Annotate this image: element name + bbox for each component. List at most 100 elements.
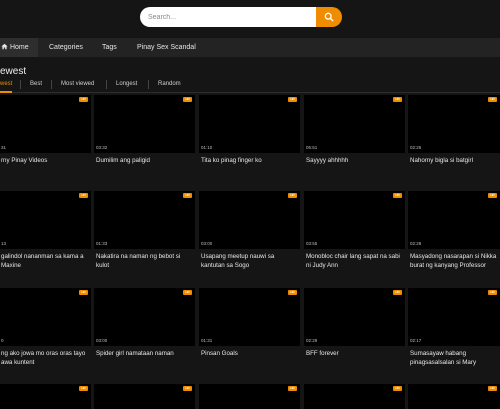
filter-divider — [20, 80, 21, 89]
video-duration: 13 — [1, 241, 7, 246]
video-title[interactable]: Monobloc chair lang sapat na sabi ni Jud… — [306, 252, 404, 270]
hd-badge: HD — [79, 193, 88, 198]
video-title[interactable]: Masyadong nasarapan si Nikka burat ng ka… — [410, 252, 500, 270]
nav-tags[interactable]: Tags — [102, 38, 117, 57]
video-title[interactable]: rny Pinay Videos — [1, 156, 99, 165]
filter-best[interactable]: Best — [30, 81, 42, 87]
video-card[interactable]: HD 05:51 Sayyyy ahhhhh — [304, 95, 405, 179]
active-filter-indicator — [0, 91, 12, 93]
video-duration: 02:28 — [410, 241, 422, 246]
hd-badge: HD — [488, 193, 497, 198]
video-card[interactable]: HD 02:29 BFF forever — [304, 288, 405, 372]
video-card[interactable]: HD 01:33 Nakatira na naman ng bebot si k… — [94, 191, 195, 275]
video-card[interactable]: HD 03:00 Usapang meetup nauwi sa kantuta… — [199, 191, 300, 275]
video-thumbnail[interactable] — [94, 95, 195, 153]
video-thumbnail[interactable] — [304, 384, 405, 409]
video-title[interactable]: Nahorny bigla si batgirl — [410, 156, 500, 165]
video-duration: 03:00 — [96, 338, 108, 343]
video-thumbnail[interactable] — [0, 384, 91, 409]
video-card[interactable]: HD 01:31 Pinsan Goals — [199, 288, 300, 372]
video-thumbnail[interactable] — [304, 191, 405, 249]
video-card[interactable]: HD 03:32 Dumilim ang paligid — [94, 95, 195, 179]
filter-divider — [51, 80, 52, 89]
filter-random[interactable]: Random — [158, 81, 181, 87]
video-title[interactable]: Spider girl namataan naman — [96, 349, 194, 358]
video-card[interactable]: HD — [199, 384, 300, 409]
hd-badge: HD — [393, 193, 402, 198]
hd-badge: HD — [288, 193, 297, 198]
video-thumbnail[interactable] — [304, 288, 405, 346]
video-card[interactable]: HD — [304, 384, 405, 409]
hd-badge: HD — [488, 386, 497, 391]
video-thumbnail[interactable] — [408, 95, 500, 153]
video-title[interactable]: galindol nananman sa kama a Maxine — [1, 252, 91, 270]
video-title[interactable]: Sayyyy ahhhhh — [306, 156, 404, 165]
video-card[interactable]: HD 03:55 Monobloc chair lang sapat na sa… — [304, 191, 405, 275]
hd-badge: HD — [288, 290, 297, 295]
video-card[interactable]: HD 02:25 Nahorny bigla si batgirl — [408, 95, 500, 179]
filter-most-viewed[interactable]: Most viewed — [61, 81, 94, 87]
video-title[interactable]: Usapang meetup nauwi sa kantutan sa Sogo — [201, 252, 299, 270]
filter-newest[interactable]: west — [0, 81, 12, 87]
video-title[interactable]: Tita ko pinag finger ko — [201, 156, 299, 165]
video-card[interactable]: HD — [0, 384, 91, 409]
video-card[interactable]: HD 0 ng ako jowa mo oras oras tayo awa k… — [0, 288, 91, 372]
video-thumbnail[interactable] — [199, 288, 300, 346]
video-duration: 02:17 — [410, 338, 422, 343]
video-card[interactable]: HD 02:28 Masyadong nasarapan si Nikka bu… — [408, 191, 500, 275]
hd-badge: HD — [488, 97, 497, 102]
hd-badge: HD — [488, 290, 497, 295]
video-duration: 03:55 — [306, 241, 318, 246]
video-duration: 01:10 — [201, 145, 213, 150]
page-title: ewest — [0, 66, 27, 77]
video-thumbnail[interactable] — [408, 288, 500, 346]
video-thumbnail[interactable] — [0, 288, 91, 346]
hd-badge: HD — [183, 193, 192, 198]
video-thumbnail[interactable] — [94, 288, 195, 346]
video-duration: 01:33 — [96, 241, 108, 246]
filter-longest[interactable]: Longest — [116, 81, 137, 87]
video-title[interactable]: Nakatira na naman ng bebot si kulot — [96, 252, 194, 270]
video-duration: 0 — [1, 338, 4, 343]
video-card[interactable]: HD 02:17 Sumasayaw habang pinagsasalsala… — [408, 288, 500, 372]
video-card[interactable]: HD 13 galindol nananman sa kama a Maxine — [0, 191, 91, 275]
video-card[interactable]: HD 03:00 Spider girl namataan naman — [94, 288, 195, 372]
hd-badge: HD — [393, 97, 402, 102]
search-bar — [140, 7, 342, 27]
hd-badge: HD — [183, 290, 192, 295]
nav-pinay-sex-scandal[interactable]: Pinay Sex Scandal — [137, 38, 196, 57]
filter-bar-line — [0, 92, 500, 93]
video-thumbnail[interactable] — [304, 95, 405, 153]
hd-badge: HD — [393, 290, 402, 295]
video-title[interactable]: Dumilim ang paligid — [96, 156, 194, 165]
video-card[interactable]: HD — [408, 384, 500, 409]
nav-home[interactable]: Home — [0, 38, 38, 57]
hd-badge: HD — [79, 386, 88, 391]
video-thumbnail[interactable] — [199, 384, 300, 409]
hd-badge: HD — [288, 97, 297, 102]
filter-divider — [148, 80, 149, 89]
video-thumbnail[interactable] — [0, 191, 91, 249]
video-duration: 02:29 — [306, 338, 318, 343]
video-card[interactable]: HD 01:10 Tita ko pinag finger ko — [199, 95, 300, 179]
video-thumbnail[interactable] — [94, 384, 195, 409]
video-thumbnail[interactable] — [199, 191, 300, 249]
video-thumbnail[interactable] — [94, 191, 195, 249]
video-thumbnail[interactable] — [199, 95, 300, 153]
search-button[interactable] — [316, 7, 342, 27]
video-thumbnail[interactable] — [408, 384, 500, 409]
hd-badge: HD — [79, 290, 88, 295]
hd-badge: HD — [393, 386, 402, 391]
nav-categories[interactable]: Categories — [49, 38, 83, 57]
video-thumbnail[interactable] — [0, 95, 91, 153]
video-card[interactable]: HD — [94, 384, 195, 409]
video-title[interactable]: BFF forever — [306, 349, 404, 358]
video-duration: 03:32 — [96, 145, 108, 150]
video-title[interactable]: Sumasayaw habang pinagsasalsalan si Mary — [410, 349, 500, 367]
search-input[interactable] — [140, 7, 320, 27]
hd-badge: HD — [79, 97, 88, 102]
video-title[interactable]: ng ako jowa mo oras oras tayo awa kunten… — [1, 349, 91, 367]
video-card[interactable]: HD 31 rny Pinay Videos — [0, 95, 91, 179]
video-thumbnail[interactable] — [408, 191, 500, 249]
video-title[interactable]: Pinsan Goals — [201, 349, 299, 358]
